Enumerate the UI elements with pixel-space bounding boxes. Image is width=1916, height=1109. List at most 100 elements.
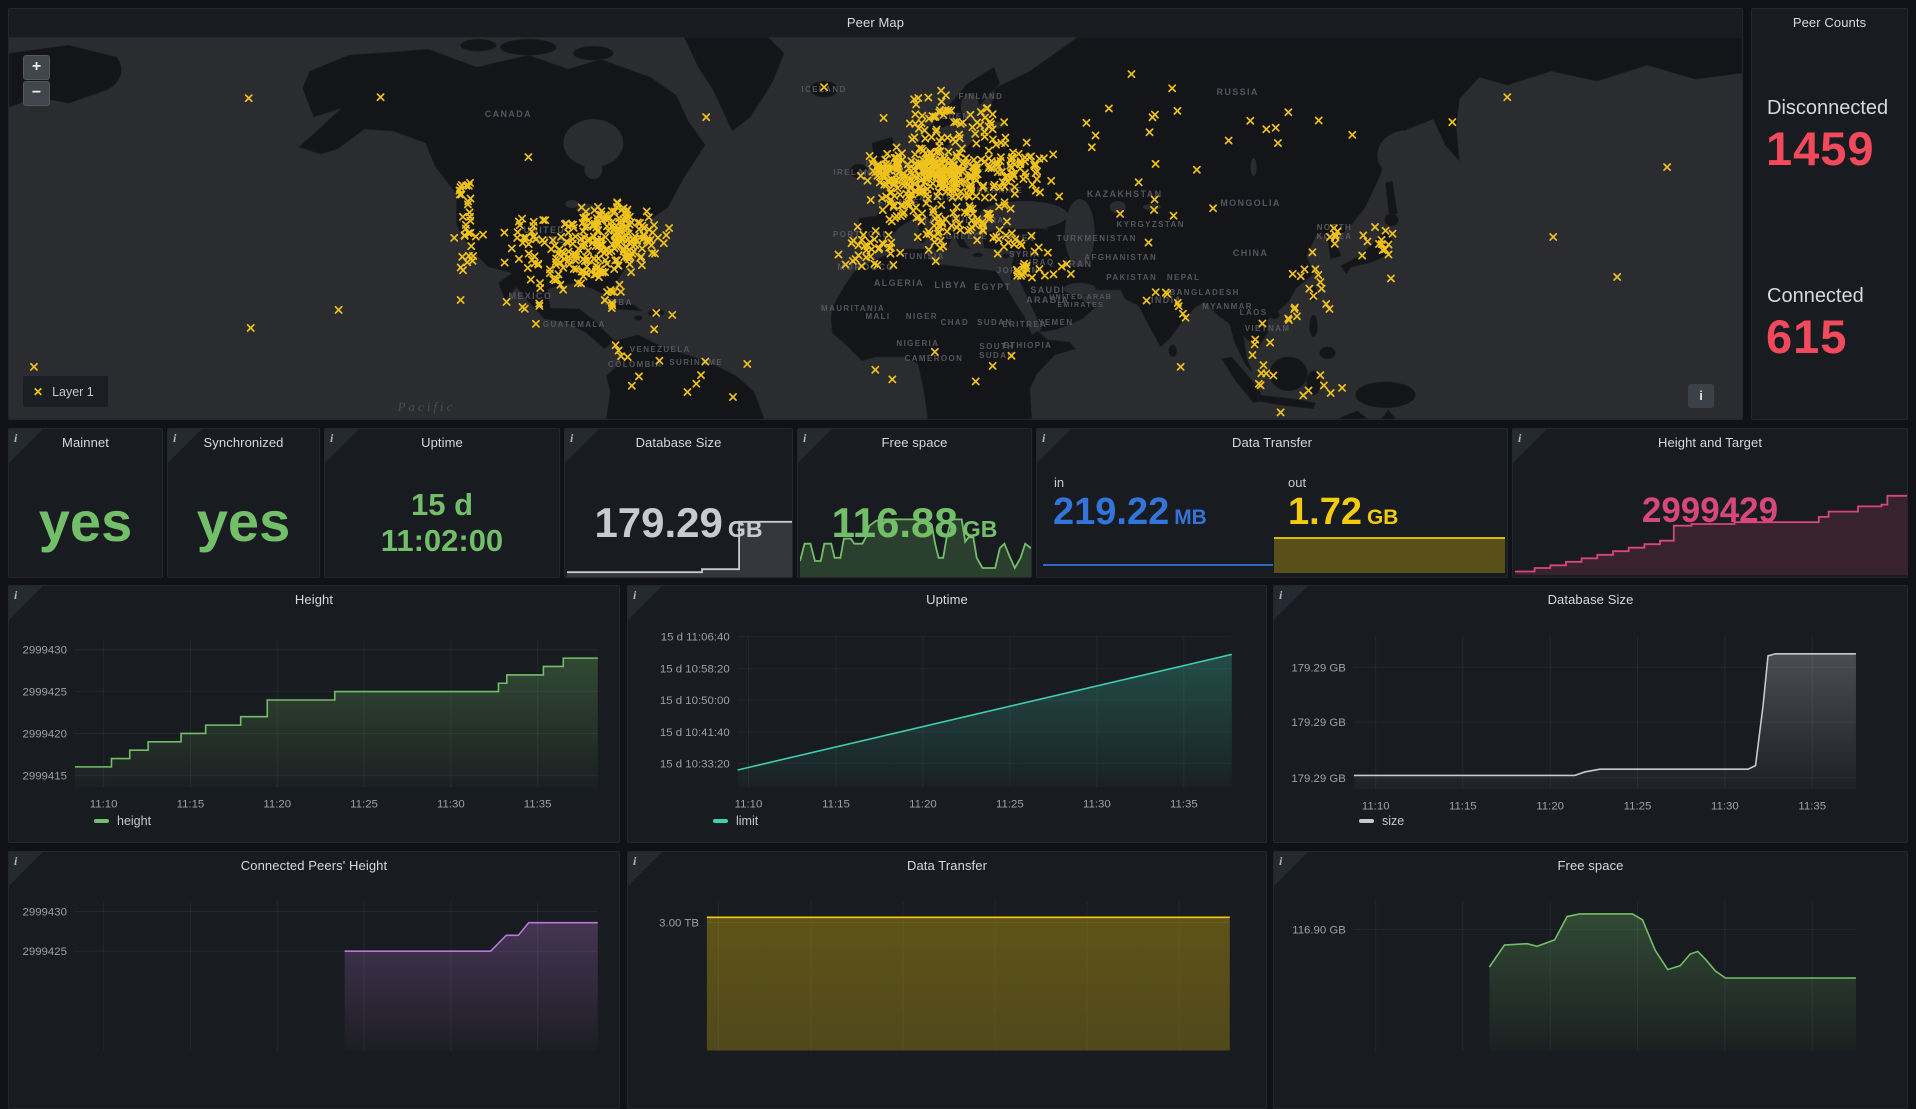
panel-stat-mainnet: i Mainnet yes xyxy=(8,428,163,578)
panel-stat-uptime: i Uptime 15 d 11:02:00 xyxy=(324,428,560,578)
svg-text:NIGER: NIGER xyxy=(906,312,938,321)
svg-text:TUNISIA: TUNISIA xyxy=(903,252,945,261)
legend-label: limit xyxy=(736,814,758,828)
svg-text:11:20: 11:20 xyxy=(263,798,291,810)
svg-text:2999430: 2999430 xyxy=(23,645,67,657)
svg-text:2999420: 2999420 xyxy=(23,728,67,740)
svg-text:PAKISTAN: PAKISTAN xyxy=(1106,273,1157,282)
svg-text:15 d 10:58:20: 15 d 10:58:20 xyxy=(660,663,730,675)
map-ocean-label: Pacific xyxy=(397,399,456,414)
legend-label: size xyxy=(1382,814,1404,828)
synchronized-value: yes xyxy=(168,489,319,554)
layer-marker-icon: ✕ xyxy=(33,385,43,399)
stat-title-free-space[interactable]: Free space xyxy=(798,429,1031,457)
svg-text:TURKMENISTAN: TURKMENISTAN xyxy=(1057,234,1137,243)
legend-label: height xyxy=(117,814,151,828)
panel-info-icon[interactable]: i xyxy=(1037,429,1071,463)
chart-plot-4[interactable]: 3.00 TB xyxy=(628,852,1266,1108)
data-out-label: out xyxy=(1288,475,1306,490)
panel-info-icon[interactable]: i xyxy=(628,852,662,886)
panel-info-icon[interactable]: i xyxy=(9,429,43,463)
mainnet-value: yes xyxy=(9,489,162,554)
svg-text:CHINA: CHINA xyxy=(1233,248,1268,258)
svg-text:BANGLADESH: BANGLADESH xyxy=(1169,288,1239,297)
data-out-value: 1.72GB xyxy=(1288,491,1398,534)
stat-title-uptime[interactable]: Uptime xyxy=(325,429,559,457)
uptime-time: 11:02:00 xyxy=(325,523,559,559)
svg-text:VENEZUELA: VENEZUELA xyxy=(630,345,691,354)
svg-text:FINLAND: FINLAND xyxy=(958,92,1003,101)
svg-text:LAOS: LAOS xyxy=(1240,308,1268,317)
svg-text:2999430: 2999430 xyxy=(23,907,67,919)
legend-height[interactable]: height xyxy=(94,814,151,828)
map-layer-toggle[interactable]: ✕ Layer 1 xyxy=(23,376,108,407)
svg-text:GUATEMALA: GUATEMALA xyxy=(543,320,606,329)
svg-text:11:35: 11:35 xyxy=(1170,798,1198,810)
svg-text:RUSSIA: RUSSIA xyxy=(1216,87,1258,97)
svg-text:2999415: 2999415 xyxy=(23,770,67,782)
panel-info-icon[interactable]: i xyxy=(1274,852,1308,886)
stat-title-height-and-target[interactable]: Height and Target xyxy=(1513,429,1907,457)
svg-text:CHAD: CHAD xyxy=(941,318,970,327)
chart-plot-3[interactable]: 2999430 2999425 xyxy=(9,852,619,1108)
map-zoom-in-button[interactable]: + xyxy=(23,55,50,80)
svg-text:179.29 GB: 179.29 GB xyxy=(1291,717,1346,729)
panel-peer-map: Peer Map CANADARUSSIAUNITEDSTATESMEXICOC… xyxy=(8,8,1743,420)
svg-text:11:10: 11:10 xyxy=(735,798,763,810)
svg-text:AFGHANISTAN: AFGHANISTAN xyxy=(1084,253,1157,262)
panel-stat-database-size: i Database Size 179.29GB xyxy=(564,428,793,578)
svg-text:ALGERIA: ALGERIA xyxy=(874,278,924,288)
stat-title-data-transfer[interactable]: Data Transfer xyxy=(1037,429,1507,457)
stat-title-database-size[interactable]: Database Size xyxy=(565,429,792,457)
panel-chart-uptime: i Uptime 15 d 11:06:4015 d 10:58:2015 d … xyxy=(627,585,1267,843)
chart-plot-1[interactable]: 15 d 11:06:4015 d 10:58:2015 d 10:50:001… xyxy=(628,586,1266,842)
chart-plot-5[interactable]: 116.90 GB xyxy=(1274,852,1907,1108)
chart-plot-0[interactable]: 2999430 2999425 2999420 2999415 11:10 11:15 11… xyxy=(9,586,619,842)
svg-text:EGYPT: EGYPT xyxy=(974,282,1011,292)
layer-label: Layer 1 xyxy=(52,385,94,399)
free-space-value: 116.88GB xyxy=(798,499,1031,547)
panel-info-icon[interactable]: i xyxy=(1274,586,1308,620)
panel-info-icon[interactable]: i xyxy=(9,852,43,886)
panel-title-peer-map[interactable]: Peer Map xyxy=(9,9,1742,37)
world-map[interactable]: CANADARUSSIAUNITEDSTATESMEXICOCUBAGUATEM… xyxy=(9,37,1742,419)
svg-text:2999425: 2999425 xyxy=(23,946,67,958)
panel-chart-database-size: i Database Size 179.29 GB179.29 GB179.29… xyxy=(1273,585,1908,843)
svg-text:11:10: 11:10 xyxy=(90,798,118,810)
panel-title-peer-counts[interactable]: Peer Counts xyxy=(1752,9,1907,37)
panel-info-icon[interactable]: i xyxy=(628,586,662,620)
svg-text:11:15: 11:15 xyxy=(1449,800,1477,812)
svg-text:KAZAKHSTAN: KAZAKHSTAN xyxy=(1087,189,1163,199)
map-attribution-icon[interactable]: i xyxy=(1688,384,1714,408)
panel-info-icon[interactable]: i xyxy=(168,429,202,463)
map-zoom-out-button[interactable]: − xyxy=(23,81,50,106)
disconnected-value: 1459 xyxy=(1766,121,1875,176)
svg-text:11:30: 11:30 xyxy=(1711,800,1739,812)
legend-limit[interactable]: limit xyxy=(713,814,758,828)
svg-text:11:20: 11:20 xyxy=(1536,800,1564,812)
svg-text:11:15: 11:15 xyxy=(177,798,205,810)
svg-text:11:30: 11:30 xyxy=(1083,798,1111,810)
panel-stat-data-transfer: i Data Transfer in 219.22MB out 1.72GB xyxy=(1036,428,1508,578)
svg-text:MALI: MALI xyxy=(865,312,890,321)
panel-info-icon[interactable]: i xyxy=(325,429,359,463)
legend-size[interactable]: size xyxy=(1359,814,1404,828)
data-out-sparkline xyxy=(1274,535,1505,573)
height-target-value: 2999429 xyxy=(1513,491,1907,531)
panel-stat-height-and-target: i Height and Target 2999429 xyxy=(1512,428,1908,578)
svg-text:179.29 GB: 179.29 GB xyxy=(1291,773,1346,785)
panel-info-icon[interactable]: i xyxy=(9,586,43,620)
svg-text:NIGERIA: NIGERIA xyxy=(896,339,939,348)
legend-swatch xyxy=(94,819,109,823)
svg-text:179.29 GB: 179.29 GB xyxy=(1291,662,1346,674)
svg-text:MONGOLIA: MONGOLIA xyxy=(1220,198,1281,208)
svg-text:11:10: 11:10 xyxy=(1362,800,1390,812)
chart-plot-2[interactable]: 179.29 GB 179.29 GB 179.29 GB 11:10 11:15 11:… xyxy=(1274,586,1907,842)
data-in-value: 219.22MB xyxy=(1053,491,1207,534)
svg-text:11:15: 11:15 xyxy=(822,798,850,810)
panel-info-icon[interactable]: i xyxy=(798,429,832,463)
panel-info-icon[interactable]: i xyxy=(565,429,599,463)
svg-text:2999425: 2999425 xyxy=(23,687,67,699)
panel-info-icon[interactable]: i xyxy=(1513,429,1547,463)
svg-text:3.00 TB: 3.00 TB xyxy=(659,917,699,929)
